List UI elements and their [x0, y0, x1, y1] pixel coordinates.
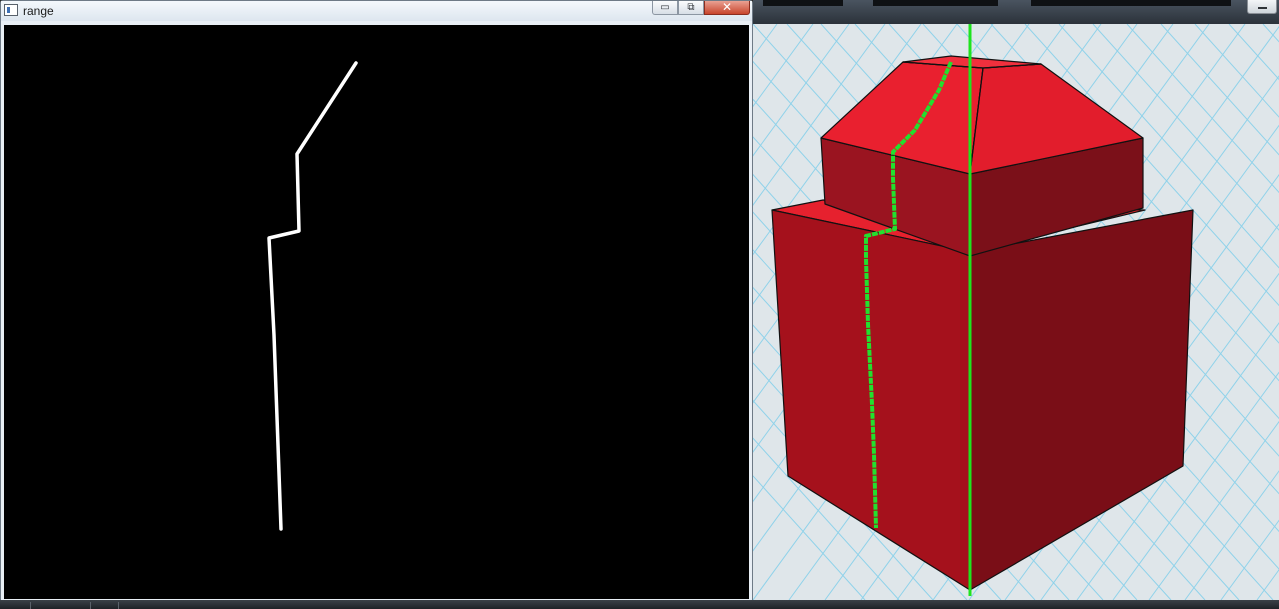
viewport-titlebar[interactable]: [753, 0, 1279, 24]
window-app-icon[interactable]: [4, 4, 18, 16]
taskbar-segment[interactable]: [90, 602, 119, 609]
range-canvas-background: [4, 25, 749, 599]
window-title: range: [23, 4, 54, 18]
maximize-button[interactable]: ⧉: [678, 1, 704, 15]
close-button[interactable]: ✕: [704, 1, 750, 15]
titlebar-decoration: [1031, 0, 1231, 6]
caption-buttons: ▭ ⧉ ✕: [652, 1, 750, 15]
restore-icon[interactable]: [1247, 0, 1277, 14]
minimize-icon: ▭: [660, 2, 670, 13]
taskbar: [0, 600, 1279, 609]
viewport-canvas[interactable]: [753, 24, 1279, 600]
maximize-icon: ⧉: [687, 2, 695, 13]
range-window: range ▭ ⧉ ✕: [0, 0, 753, 604]
taskbar-segment[interactable]: [30, 602, 91, 609]
titlebar-decoration: [873, 0, 998, 6]
taskbar-segment[interactable]: [118, 602, 147, 609]
desktop: range ▭ ⧉ ✕: [0, 0, 1279, 609]
minimize-button[interactable]: ▭: [652, 1, 678, 15]
range-titlebar[interactable]: range ▭ ⧉ ✕: [1, 1, 752, 21]
titlebar-decoration: [763, 0, 843, 6]
range-canvas[interactable]: [4, 25, 749, 599]
close-icon: ✕: [721, 0, 733, 14]
viewport-window: [753, 0, 1279, 600]
